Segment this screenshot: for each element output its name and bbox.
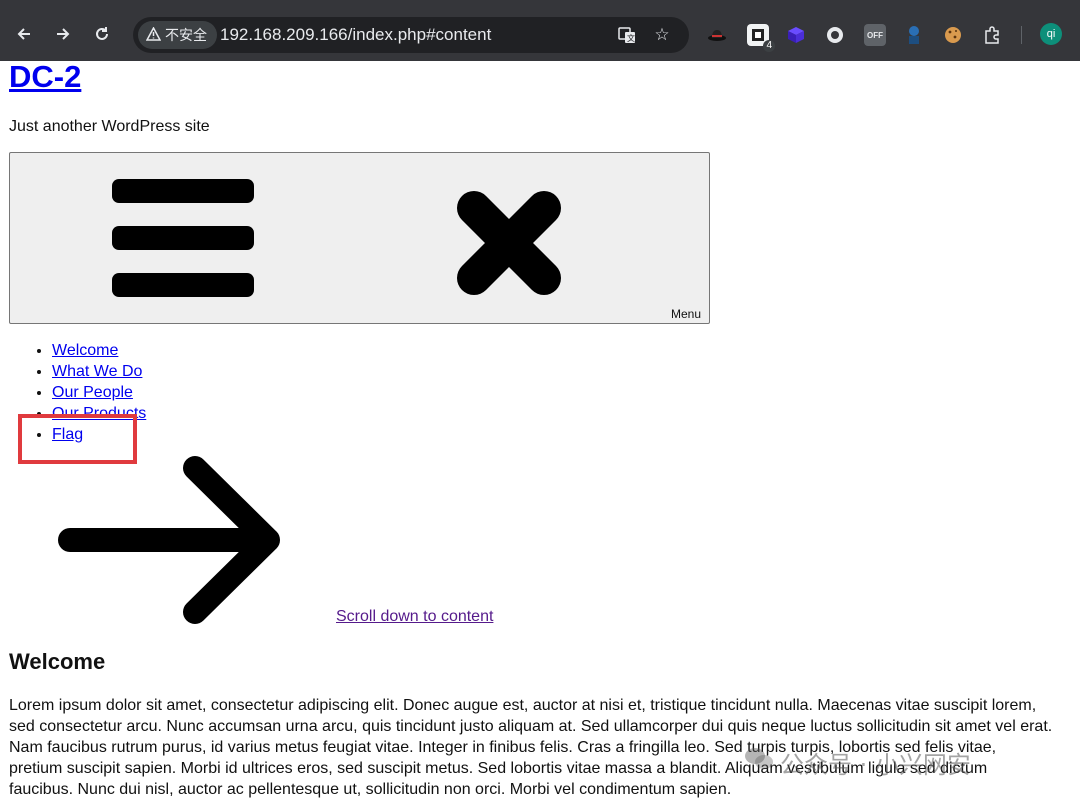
watermark-text: 公众号 · 小兴网安 <box>780 750 971 779</box>
nav-item-what-we-do: What We Do <box>52 361 146 382</box>
hamburger-icon <box>112 179 254 297</box>
cookie-extension-icon[interactable] <box>942 24 964 46</box>
svg-text:文: 文 <box>627 33 635 43</box>
arrow-right-icon <box>58 456 280 624</box>
close-icon <box>457 191 561 295</box>
site-tagline: Just another WordPress site <box>9 118 210 135</box>
scroll-down-link[interactable]: Scroll down to content <box>336 607 493 627</box>
address-bar[interactable]: 不安全 192.168.209.166/index.php#content 文 … <box>133 17 689 53</box>
nav-link-our-people[interactable]: Our People <box>52 384 133 401</box>
security-indicator[interactable]: 不安全 <box>138 21 217 49</box>
browser-toolbar: 不安全 192.168.209.166/index.php#content 文 … <box>0 0 1080 61</box>
body-line: faucibus. Nunc dui nisl, auctor ac pelle… <box>9 781 732 798</box>
site-title-link[interactable]: DC-2 <box>9 59 81 94</box>
watermark: 公众号 · 小兴网安 <box>744 744 971 780</box>
extensions-puzzle-icon[interactable] <box>981 24 1003 46</box>
profile-avatar[interactable]: qi <box>1040 23 1062 45</box>
reload-icon[interactable] <box>88 20 116 48</box>
warning-triangle-icon <box>145 25 162 44</box>
extension-badge: 4 <box>763 40 775 52</box>
nav-item-welcome: Welcome <box>52 340 146 361</box>
security-label: 不安全 <box>165 27 207 43</box>
menu-toggle-button[interactable]: Menu <box>9 152 710 324</box>
robot-extension-icon[interactable] <box>903 24 925 46</box>
nav-link-welcome[interactable]: Welcome <box>52 342 118 359</box>
body-line: Lorem ipsum dolor sit amet, consectetur … <box>9 697 1037 714</box>
url-text[interactable]: 192.168.209.166/index.php#content <box>220 25 491 45</box>
body-line: sed consectetur arcu. Nunc accumsan urna… <box>9 718 1053 735</box>
forward-arrow-icon[interactable] <box>49 20 77 48</box>
site-title: DC-2 <box>9 58 81 96</box>
hat-extension-icon[interactable] <box>706 24 728 46</box>
off-extension-icon[interactable]: OFF <box>864 24 886 46</box>
nav-link-what-we-do[interactable]: What We Do <box>52 363 142 380</box>
circle-extension-icon[interactable] <box>824 24 846 46</box>
wechat-icon <box>744 746 774 778</box>
bookmark-star-icon[interactable]: ☆ <box>651 24 673 46</box>
puzzle-badge-extension-icon[interactable]: 4 <box>747 24 775 52</box>
back-arrow-icon[interactable] <box>10 20 38 48</box>
menu-toggle-label: Menu <box>670 307 701 321</box>
section-heading: Welcome <box>9 649 106 674</box>
translate-icon[interactable]: 文 <box>616 24 638 46</box>
cube-extension-icon[interactable] <box>785 24 807 46</box>
toolbar-divider <box>1021 26 1022 44</box>
nav-item-our-people: Our People <box>52 382 146 403</box>
